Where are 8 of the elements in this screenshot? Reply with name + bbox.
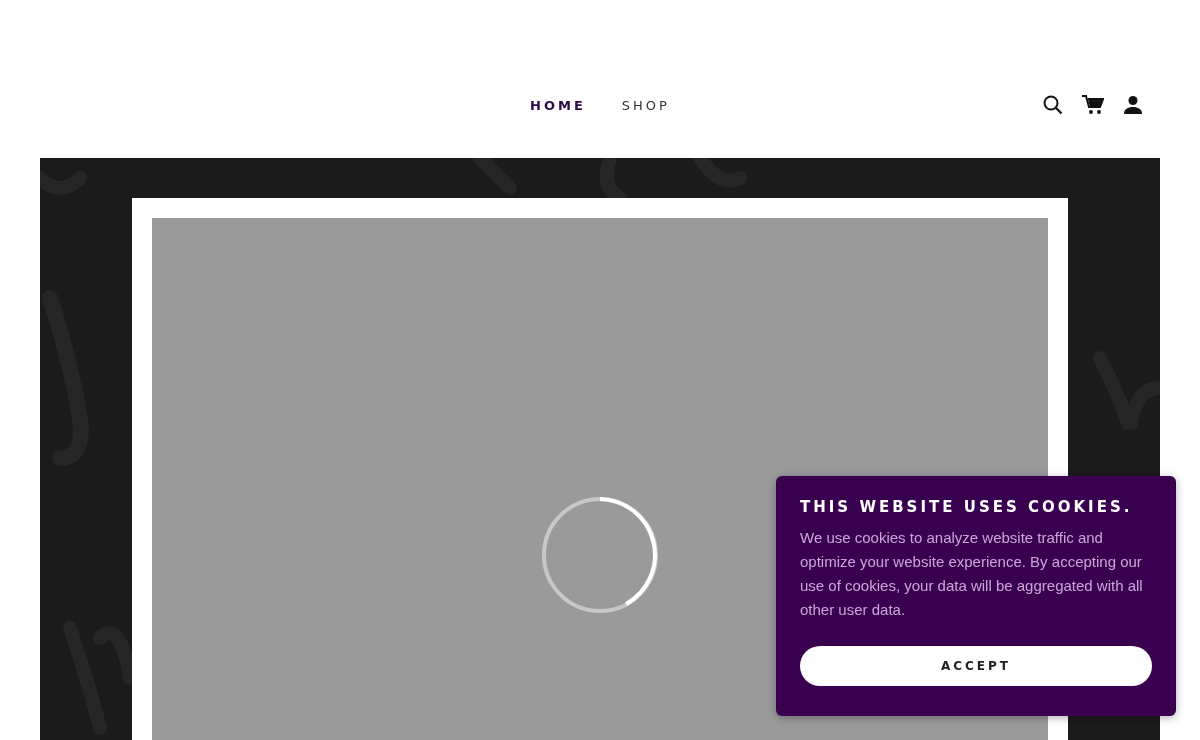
nav-link[interactable]: SHOP — [621, 97, 670, 113]
cookie-text: We use cookies to analyze website traffic and optimize your website experience. By accepting our use of cookies, your data will be aggregated with all other user data. — [800, 528, 1144, 620]
cookie-title: THIS WEBSITE USES COOKIES. — [800, 498, 1134, 516]
nav-link[interactable]: HOME — [530, 97, 586, 113]
cart-icon[interactable] — [1082, 94, 1104, 116]
user-icon[interactable] — [1122, 94, 1144, 116]
search-icon[interactable] — [1042, 94, 1064, 116]
accept-button[interactable]: ACCEPT — [800, 646, 1152, 686]
